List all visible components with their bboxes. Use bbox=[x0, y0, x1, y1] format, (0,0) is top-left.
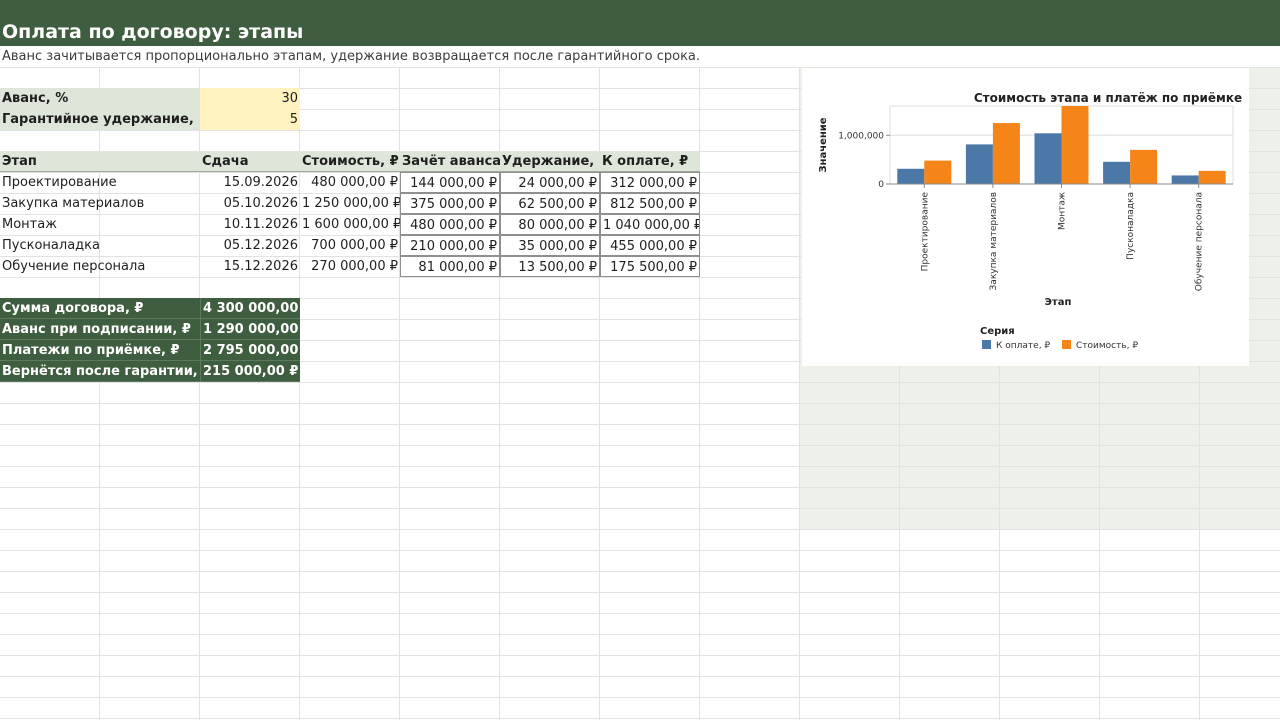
header-retention[interactable]: Удержание, bbox=[500, 151, 600, 172]
summary-value-contract-total[interactable]: 4 300 000,00 ₽ bbox=[200, 298, 300, 319]
table-cell-to-pay[interactable]: 812 500,00 ₽ bbox=[600, 193, 700, 214]
table-cell-to-pay[interactable]: 1 040 000,00 ₽ bbox=[600, 214, 700, 235]
param-value-advance[interactable]: 30 bbox=[200, 88, 300, 109]
summary-label-retention-return[interactable]: Вернётся после гарантии, bbox=[0, 361, 200, 382]
title-bar: Оплата по договору: этапы bbox=[0, 0, 1280, 46]
summary-value-advance[interactable]: 1 290 000,00 ₽ bbox=[200, 319, 300, 340]
bar-chart: Стоимость этапа и платёж по приёмке Знач… bbox=[818, 91, 1242, 351]
chart-x-axis-label: Этап bbox=[1045, 297, 1072, 308]
sheet-subtitle: Аванс зачитывается пропорционально этапа… bbox=[2, 49, 701, 64]
chart-legend-title: Серия bbox=[980, 326, 1015, 337]
chart-bar[interactable] bbox=[965, 144, 993, 184]
summary-label-contract-total[interactable]: Сумма договора, ₽ bbox=[0, 298, 200, 319]
table-cell-date[interactable]: 05.10.2026 bbox=[200, 193, 300, 214]
param-label-advance[interactable]: Аванс, % bbox=[0, 88, 200, 109]
header-to-pay[interactable]: К оплате, ₽ bbox=[600, 151, 700, 172]
chart-bar[interactable] bbox=[1061, 106, 1089, 184]
param-label-retention[interactable]: Гарантийное удержание, bbox=[0, 109, 200, 130]
chart-bar[interactable] bbox=[992, 123, 1020, 184]
table-cell-stage[interactable]: Закупка материалов bbox=[0, 193, 200, 214]
chart-x-tick-label: Монтаж bbox=[1058, 192, 1068, 230]
chart-bar[interactable] bbox=[1103, 161, 1131, 184]
table-cell-to-pay[interactable]: 175 500,00 ₽ bbox=[600, 256, 700, 277]
chart-y-axis-label: Значение bbox=[818, 117, 829, 172]
table-cell-advance-offset[interactable]: 81 000,00 ₽ bbox=[400, 256, 500, 277]
sheet-title: Оплата по договору: этапы bbox=[2, 21, 304, 43]
chart-bar[interactable] bbox=[897, 168, 925, 184]
chart-panel[interactable]: Стоимость этапа и платёж по приёмке Знач… bbox=[802, 68, 1249, 366]
chart-bar[interactable] bbox=[1171, 175, 1199, 184]
table-cell-cost[interactable]: 480 000,00 ₽ bbox=[300, 172, 400, 193]
table-cell-stage[interactable]: Монтаж bbox=[0, 214, 200, 235]
table-cell-retention[interactable]: 80 000,00 ₽ bbox=[500, 214, 600, 235]
table-cell-cost[interactable]: 700 000,00 ₽ bbox=[300, 235, 400, 256]
table-cell-to-pay[interactable]: 312 000,00 ₽ bbox=[600, 172, 700, 193]
chart-bar[interactable] bbox=[924, 160, 952, 184]
chart-x-tick-label: Закупка материалов bbox=[989, 192, 999, 290]
summary-value-acceptance-payments[interactable]: 2 795 000,00 ₽ bbox=[200, 340, 300, 361]
summary-value-retention-return[interactable]: 215 000,00 ₽ bbox=[200, 361, 300, 382]
header-due-date[interactable]: Сдача bbox=[200, 151, 300, 172]
chart-legend-label: К оплате, ₽ bbox=[996, 341, 1050, 351]
table-cell-stage[interactable]: Обучение персонала bbox=[0, 256, 200, 277]
chart-legend-swatch bbox=[1062, 340, 1071, 349]
table-cell-advance-offset[interactable]: 144 000,00 ₽ bbox=[400, 172, 500, 193]
chart-legend-label: Стоимость, ₽ bbox=[1076, 341, 1138, 351]
table-cell-stage[interactable]: Проектирование bbox=[0, 172, 200, 193]
header-cost[interactable]: Стоимость, ₽ bbox=[300, 151, 400, 172]
table-cell-advance-offset[interactable]: 210 000,00 ₽ bbox=[400, 235, 500, 256]
param-value-retention[interactable]: 5 bbox=[200, 109, 300, 130]
table-cell-date[interactable]: 15.12.2026 bbox=[200, 256, 300, 277]
chart-y-tick-label: 1,000,000 bbox=[838, 131, 884, 141]
header-stage[interactable]: Этап bbox=[0, 151, 200, 172]
chart-y-tick-label: 0 bbox=[878, 180, 884, 190]
chart-title: Стоимость этапа и платёж по приёмке bbox=[974, 91, 1242, 105]
table-cell-retention[interactable]: 13 500,00 ₽ bbox=[500, 256, 600, 277]
table-cell-stage[interactable]: Пусконаладка bbox=[0, 235, 200, 256]
table-cell-cost[interactable]: 1 600 000,00 ₽ bbox=[300, 214, 400, 235]
header-advance-offset[interactable]: Зачёт аванса bbox=[400, 151, 500, 172]
chart-x-tick-label: Проектирование bbox=[920, 192, 930, 272]
table-cell-advance-offset[interactable]: 375 000,00 ₽ bbox=[400, 193, 500, 214]
table-cell-date[interactable]: 15.09.2026 bbox=[200, 172, 300, 193]
chart-bar[interactable] bbox=[1034, 133, 1062, 184]
table-cell-retention[interactable]: 35 000,00 ₽ bbox=[500, 235, 600, 256]
table-cell-date[interactable]: 05.12.2026 bbox=[200, 235, 300, 256]
table-cell-advance-offset[interactable]: 480 000,00 ₽ bbox=[400, 214, 500, 235]
chart-x-tick-label: Обучение персонала bbox=[1195, 192, 1205, 291]
table-cell-date[interactable]: 10.11.2026 bbox=[200, 214, 300, 235]
table-cell-retention[interactable]: 24 000,00 ₽ bbox=[500, 172, 600, 193]
chart-bar[interactable] bbox=[1198, 170, 1226, 184]
summary-label-advance[interactable]: Аванс при подписании, ₽ bbox=[0, 319, 200, 340]
chart-x-tick-label: Пусконаладка bbox=[1126, 192, 1136, 260]
table-cell-cost[interactable]: 270 000,00 ₽ bbox=[300, 256, 400, 277]
chart-legend-swatch bbox=[982, 340, 991, 349]
chart-legend: К оплате, ₽ Стоимость, ₽ bbox=[982, 340, 1138, 351]
chart-bar[interactable] bbox=[1130, 149, 1158, 184]
table-cell-to-pay[interactable]: 455 000,00 ₽ bbox=[600, 235, 700, 256]
chart-plot-area: 0 1,000,000 Проектирование Закупка материал… bbox=[838, 105, 1234, 291]
table-cell-cost[interactable]: 1 250 000,00 ₽ bbox=[300, 193, 400, 214]
summary-label-acceptance-payments[interactable]: Платежи по приёмке, ₽ bbox=[0, 340, 200, 361]
table-cell-retention[interactable]: 62 500,00 ₽ bbox=[500, 193, 600, 214]
